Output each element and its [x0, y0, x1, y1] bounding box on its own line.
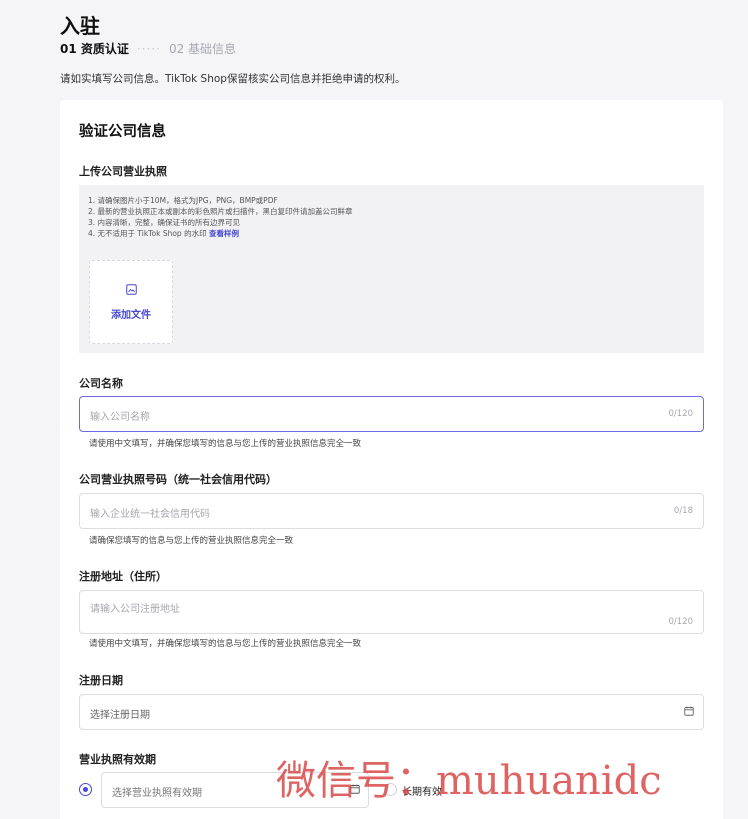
upload-rule: 4. 无不适用于 TikTok Shop 的水印 [88, 229, 207, 238]
validity-date-radio[interactable] [79, 783, 92, 796]
license-number-placeholder: 输入企业统一社会信用代码 [90, 509, 210, 520]
reg-date-placeholder: 选择注册日期 [90, 710, 150, 721]
reg-date-label: 注册日期 [79, 674, 123, 687]
add-file-label: 添加文件 [111, 309, 151, 321]
upload-rules: 1. 请确保图片小于10M，格式为JPG，PNG，BMP或PDF 2. 最新的营… [88, 195, 353, 239]
license-number-input[interactable]: 输入企业统一社会信用代码 0/18 [79, 493, 704, 529]
address-counter: 0/120 [668, 617, 694, 627]
card-title: 验证公司信息 [79, 124, 166, 140]
license-number-counter: 0/18 [673, 506, 693, 516]
company-name-label: 公司名称 [79, 377, 123, 390]
company-name-input[interactable]: 输入公司名称 0/120 [79, 396, 704, 432]
address-hint: 请使用中文填写，并确保您填写的信息与您上传的营业执照信息完全一致 [89, 639, 362, 649]
company-name-counter: 0/120 [668, 409, 694, 419]
reg-date-picker[interactable]: 选择注册日期 [79, 694, 704, 730]
validity-label: 营业执照有效期 [79, 753, 156, 766]
upload-rule: 2. 最新的营业执照正本或副本的彩色照片或扫描件，黑白复印件请加盖公司鲜章 [88, 207, 353, 216]
page-title: 入驻 [60, 14, 100, 38]
address-label: 注册地址（住所） [79, 570, 167, 583]
address-textarea[interactable]: 请输入公司注册地址 0/120 [79, 590, 704, 634]
step-separator: ····· [136, 41, 161, 56]
stepper: 01 资质认证 ····· 02 基础信息 [60, 40, 236, 57]
validity-placeholder: 选择营业执照有效期 [112, 788, 202, 799]
upload-rule: 3. 内容清晰，完整，确保证书的所有边界可见 [88, 218, 241, 227]
upload-rule-with-link: 4. 无不适用于 TikTok Shop 的水印 查看样例 [88, 228, 353, 239]
view-example-link[interactable]: 查看样例 [209, 229, 239, 238]
company-info-card: 验证公司信息 上传公司营业执照 1. 请确保图片小于10M，格式为JPG，PNG… [60, 100, 723, 819]
upload-rule: 1. 请确保图片小于10M，格式为JPG，PNG，BMP或PDF [88, 196, 278, 205]
calendar-icon [684, 706, 694, 719]
step-basic-info: 02 基础信息 [168, 42, 237, 56]
company-name-hint: 请使用中文填写，并确保您填写的信息与您上传的营业执照信息完全一致 [89, 439, 362, 449]
watermark-text: 微信号：muhuanidc [276, 758, 662, 804]
license-number-hint: 请确保您填写的信息与您上传的营业执照信息完全一致 [89, 536, 294, 546]
step-qualification: 01 资质认证 [60, 42, 129, 56]
license-upload-label: 上传公司营业执照 [79, 165, 167, 178]
image-icon [125, 283, 137, 298]
license-number-label: 公司营业执照号码（统一社会信用代码） [79, 473, 277, 486]
company-name-placeholder: 输入公司名称 [90, 412, 150, 423]
upload-area: 1. 请确保图片小于10M，格式为JPG，PNG，BMP或PDF 2. 最新的营… [79, 185, 704, 353]
add-file-button[interactable]: 添加文件 [89, 260, 173, 344]
notice-text: 请如实填写公司信息。TikTok Shop保留核实公司信息并拒绝申请的权利。 [60, 73, 406, 85]
address-placeholder: 请输入公司注册地址 [90, 604, 180, 615]
